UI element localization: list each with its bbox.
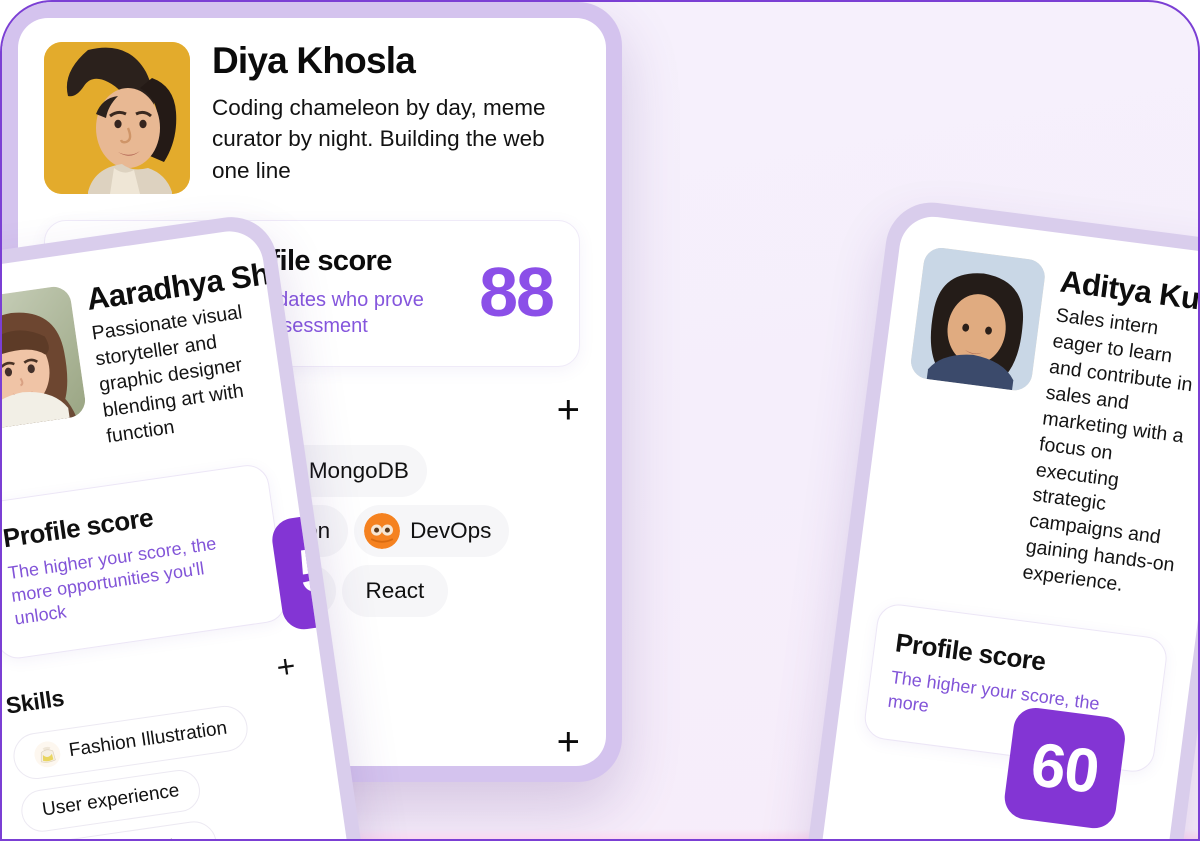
profile-header-right: Aditya Kumar Sales intern eager to learn… <box>884 245 1198 606</box>
skill-chip[interactable]: React <box>341 564 449 617</box>
fashion-icon <box>33 739 62 768</box>
skill-chip-label: User experience <box>40 779 181 821</box>
profile-bio-left: Passionate visual storyteller and graphi… <box>90 301 246 448</box>
skills-list-left: Fashion Illustration User experience Video… <box>10 695 337 839</box>
profile-bio-center: Coding chameleon by day, meme curator by… <box>212 94 546 183</box>
add-skill-button-left[interactable]: + <box>274 647 298 685</box>
add-skill-button-center[interactable]: + <box>557 390 580 430</box>
skill-chip-label: Fashion Illustration <box>67 717 229 761</box>
avatar-aditya <box>908 245 1047 393</box>
skills-title-left: Skills <box>4 684 66 719</box>
devops-icon <box>364 512 401 549</box>
skill-chip[interactable]: DevOps <box>354 504 510 557</box>
boost-score-value: 88 <box>479 253 555 332</box>
avatar-diya <box>44 42 190 194</box>
profile-score-badge-right: 60 <box>1002 705 1128 831</box>
app-frame: Aaradhya Sharma Passionate visual storyt… <box>0 0 1200 841</box>
skill-chip-label: React <box>365 577 425 603</box>
skill-chip-label: MongoDB <box>308 457 409 483</box>
profile-score-card-left[interactable]: Profile score The higher your score, the… <box>2 461 355 662</box>
phone-screen-right: Aditya Kumar Sales intern eager to learn… <box>814 212 1198 839</box>
profile-score-card-right[interactable]: Profile score The higher your score, the… <box>862 601 1170 831</box>
profile-card-right[interactable]: Aditya Kumar Sales intern eager to learn… <box>799 197 1198 839</box>
profile-bio-right: Sales intern eager to learn and contribu… <box>1021 304 1194 597</box>
skill-chip-label: DevOps <box>410 517 492 543</box>
profile-header-center: Diya Khosla Coding chameleon by day, mem… <box>44 40 580 194</box>
screenshot-stage: Aaradhya Sharma Passionate visual storyt… <box>0 0 1200 841</box>
profile-header-left: Aaradhya Sharma Passionate visual storyt… <box>2 246 343 470</box>
add-work-button-center[interactable]: + <box>557 722 580 762</box>
profile-name-center: Diya Khosla <box>212 40 416 81</box>
avatar-aaradhya <box>2 284 88 433</box>
skill-chip-label: Video Editing <box>83 833 197 839</box>
